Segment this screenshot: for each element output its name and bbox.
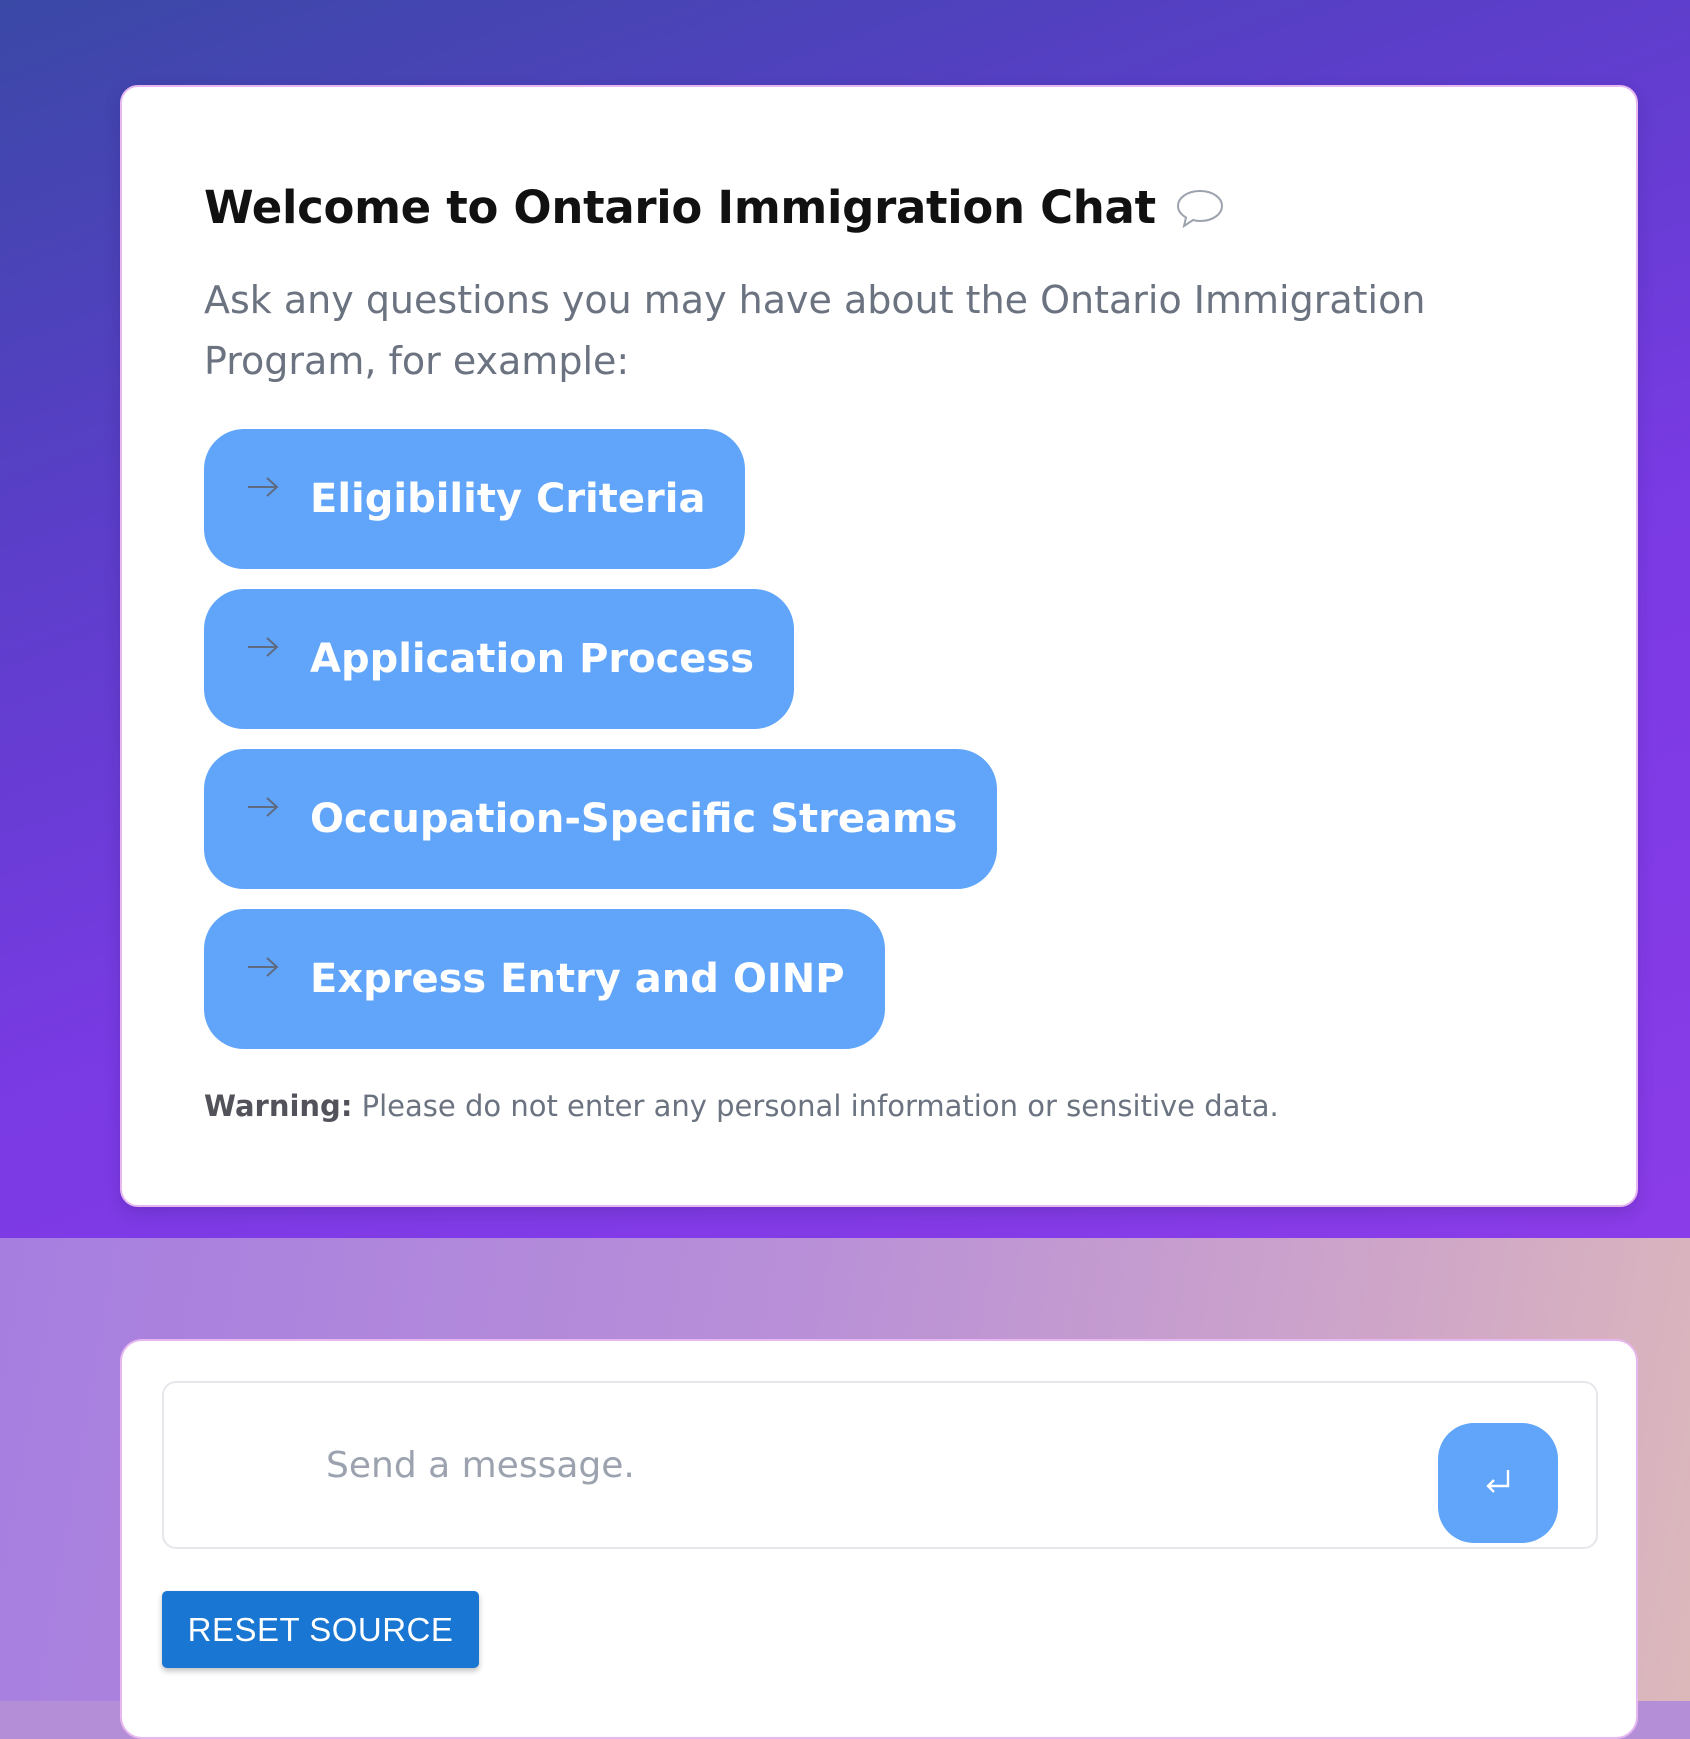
composer-card: RESET SOURCE	[120, 1339, 1638, 1739]
enter-return-icon	[1481, 1465, 1515, 1502]
page-title: Welcome to Ontario Immigration Chat	[204, 181, 1156, 234]
warning-label: Warning:	[204, 1089, 353, 1123]
message-input-box	[162, 1381, 1598, 1549]
suggestion-label: Eligibility Criteria	[310, 476, 706, 522]
warning-notice: Warning: Please do not enter any persona…	[204, 1089, 1279, 1123]
title-row: Welcome to Ontario Immigration Chat	[204, 181, 1226, 234]
suggestion-eligibility-criteria[interactable]: Eligibility Criteria	[204, 429, 746, 569]
arrow-right-icon	[246, 475, 280, 499]
suggestion-express-entry-and-oinp[interactable]: Express Entry and OINP	[204, 909, 885, 1049]
reset-source-button[interactable]: RESET SOURCE	[162, 1591, 479, 1668]
welcome-card: Welcome to Ontario Immigration Chat Ask …	[120, 85, 1638, 1207]
message-input[interactable]	[324, 1429, 1428, 1501]
suggestion-occupation-specific-streams[interactable]: Occupation-Specific Streams	[204, 749, 998, 889]
suggestion-list: Eligibility Criteria Application Process…	[204, 429, 998, 1069]
arrow-right-icon	[246, 795, 280, 819]
arrow-right-icon	[246, 635, 280, 659]
suggestion-label: Occupation-Specific Streams	[310, 796, 958, 842]
send-button[interactable]	[1438, 1423, 1558, 1543]
suggestion-application-process[interactable]: Application Process	[204, 589, 795, 729]
intro-text: Ask any questions you may have about the…	[204, 278, 1426, 383]
warning-text: Please do not enter any personal informa…	[352, 1089, 1279, 1123]
suggestion-label: Application Process	[310, 636, 755, 682]
speech-bubble-icon	[1174, 186, 1226, 230]
suggestion-label: Express Entry and OINP	[310, 956, 845, 1002]
arrow-right-icon	[246, 955, 280, 979]
